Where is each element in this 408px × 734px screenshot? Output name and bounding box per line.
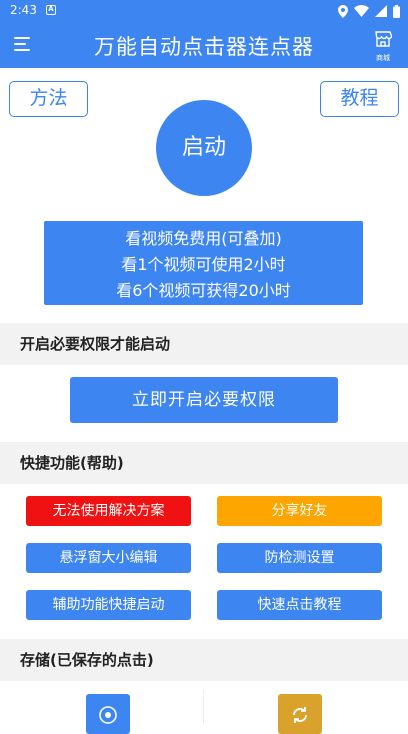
status-time: 2:43 xyxy=(10,3,37,17)
location-icon xyxy=(338,4,348,18)
app-bar: 万能自动点击器连点器 商城 xyxy=(0,22,408,68)
single-target-button[interactable] xyxy=(86,694,130,734)
tutorial-button[interactable]: 教程 xyxy=(320,81,399,117)
accessibility-quick-start-button[interactable]: 辅助功能快捷启动 xyxy=(26,590,191,620)
start-button[interactable]: 启动 xyxy=(156,100,252,196)
battery-icon xyxy=(393,4,400,18)
status-icons xyxy=(338,3,400,19)
troubleshoot-button[interactable]: 无法使用解决方案 xyxy=(26,496,191,526)
promo-line-1: 看视频免费用(可叠加) xyxy=(125,229,282,248)
refresh-icon xyxy=(293,707,307,723)
app-title: 万能自动点击器连点器 xyxy=(94,35,314,59)
store-label: 商城 xyxy=(376,54,390,62)
promo-line-3: 看6个视频可获得20小时 xyxy=(116,281,291,300)
overlay-size-edit-button[interactable]: 悬浮窗大小编辑 xyxy=(26,543,191,573)
column-divider xyxy=(203,689,204,724)
wifi-icon xyxy=(354,5,369,17)
permissions-header: 开启必要权限才能启动 xyxy=(0,323,408,365)
enable-permissions-button[interactable]: 立即开启必要权限 xyxy=(70,377,338,423)
multi-target-button[interactable] xyxy=(278,694,322,734)
target-icon xyxy=(99,706,117,724)
signal-icon xyxy=(375,5,387,17)
saved-clicks-row xyxy=(0,681,408,734)
store-button[interactable]: 商城 xyxy=(370,30,396,62)
status-bar: 2:43 A xyxy=(0,0,408,22)
notification-a-icon: A xyxy=(46,5,56,15)
store-icon xyxy=(375,31,393,47)
watch-video-promo-button[interactable]: 看视频免费用(可叠加) 看1个视频可使用2小时 看6个视频可获得20小时 xyxy=(44,221,363,305)
storage-header: 存储(已保存的点击) xyxy=(0,639,408,681)
share-friends-button[interactable]: 分享好友 xyxy=(217,496,382,526)
promo-line-2: 看1个视频可使用2小时 xyxy=(121,255,286,274)
quick-click-tutorial-button[interactable]: 快速点击教程 xyxy=(217,590,382,620)
method-button[interactable]: 方法 xyxy=(9,81,88,117)
anti-detection-settings-button[interactable]: 防检测设置 xyxy=(217,543,382,573)
quick-functions-header: 快捷功能(帮助) xyxy=(0,442,408,484)
